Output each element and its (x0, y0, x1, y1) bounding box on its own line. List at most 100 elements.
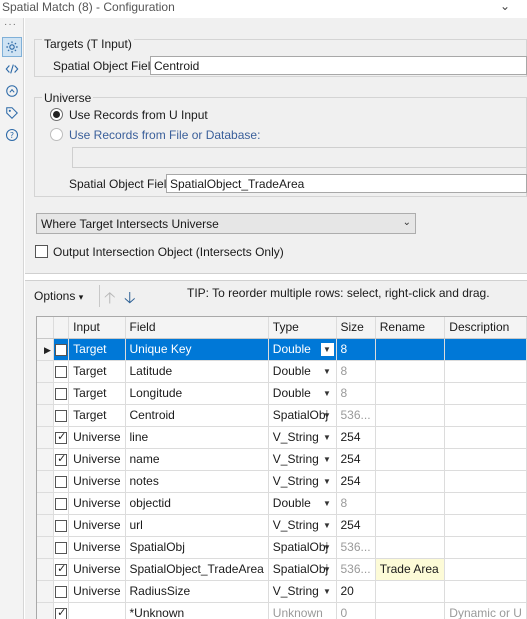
select-cell[interactable] (53, 470, 70, 493)
dropdown-arrow-icon[interactable]: ▼ (321, 409, 334, 422)
universe-spatial-field-input[interactable]: SpatialObject_TradeArea (166, 174, 527, 193)
field-select-checkbox[interactable] (55, 365, 68, 378)
description-cell[interactable] (444, 558, 527, 581)
field-select-checkbox[interactable] (55, 475, 68, 488)
rename-cell[interactable] (375, 536, 446, 559)
row-header[interactable] (37, 558, 55, 581)
type-cell[interactable]: V_String ▼ (268, 426, 337, 449)
rename-cell[interactable] (375, 382, 446, 405)
table-row[interactable]: Universe SpatialObj SpatialObj ▼ 536... (37, 536, 527, 559)
select-cell[interactable] (53, 580, 70, 603)
size-cell[interactable]: 254 (336, 470, 376, 493)
question-icon[interactable]: ? (2, 125, 22, 145)
rename-cell[interactable] (375, 404, 446, 427)
field-select-checkbox[interactable] (55, 387, 68, 400)
size-cell[interactable]: 0 (336, 602, 376, 619)
size-cell[interactable]: 8 (336, 360, 376, 383)
column-header-size[interactable]: Size (336, 317, 376, 339)
table-row[interactable]: ▶ Target Unique Key Double ▼ 8 (37, 338, 527, 361)
help-circle-icon[interactable] (2, 81, 22, 101)
use-file-radio[interactable] (50, 128, 63, 141)
table-row[interactable]: Target Centroid SpatialObj ▼ 536... (37, 404, 527, 427)
field-select-checkbox[interactable] (55, 430, 68, 444)
table-row[interactable]: UniverselineV_String▼254 (37, 426, 527, 449)
field-select-checkbox[interactable] (55, 541, 68, 554)
table-row[interactable]: Universe url V_String ▼ 254 (37, 514, 527, 537)
field-select-checkbox[interactable] (55, 519, 68, 532)
description-cell[interactable] (444, 404, 527, 427)
match-type-dropdown[interactable]: Where Target Intersects Universe ⌄ (36, 213, 416, 234)
type-cell[interactable]: V_String ▼ (268, 514, 337, 537)
field-select-checkbox[interactable] (55, 562, 68, 576)
description-cell[interactable] (444, 514, 527, 537)
description-cell[interactable]: Dynamic or U (444, 602, 527, 619)
field-select-checkbox[interactable] (55, 606, 68, 619)
row-header[interactable] (37, 426, 55, 449)
tag-icon[interactable] (2, 103, 22, 123)
type-cell[interactable]: V_String ▼ (268, 580, 337, 603)
table-row[interactable]: Universe notes V_String ▼ 254 (37, 470, 527, 493)
description-cell[interactable] (444, 470, 527, 493)
row-header[interactable] (37, 470, 55, 493)
column-header-field[interactable]: Field (125, 317, 269, 339)
description-cell[interactable] (444, 426, 527, 449)
select-cell[interactable] (53, 514, 70, 537)
gear-icon[interactable] (2, 37, 22, 57)
field-select-checkbox[interactable] (55, 409, 68, 422)
description-cell[interactable] (444, 448, 527, 471)
select-cell[interactable] (53, 558, 70, 581)
type-cell[interactable]: V_String ▼ (268, 470, 337, 493)
size-cell[interactable]: 8 (336, 382, 376, 405)
dropdown-arrow-icon[interactable]: ▼ (320, 342, 334, 356)
type-cell[interactable]: Double ▼ (268, 382, 337, 405)
rename-cell[interactable] (375, 360, 446, 383)
description-cell[interactable] (444, 382, 527, 405)
select-cell[interactable] (53, 404, 70, 427)
dropdown-arrow-icon[interactable]: ▼ (321, 585, 334, 598)
dropdown-arrow-icon[interactable]: ▼ (321, 563, 334, 576)
row-header[interactable] (37, 602, 55, 619)
table-row[interactable]: UniversenameV_String▼254 (37, 448, 527, 471)
field-select-checkbox[interactable] (55, 452, 68, 466)
type-cell[interactable]: V_String ▼ (268, 448, 337, 471)
rename-cell[interactable] (375, 338, 446, 361)
select-cell[interactable] (53, 492, 70, 515)
field-select-checkbox[interactable] (55, 585, 68, 598)
use-u-input-radio[interactable] (50, 108, 63, 121)
table-row[interactable]: Target Longitude Double ▼ 8 (37, 382, 527, 405)
type-cell[interactable]: SpatialObj ▼ (268, 558, 337, 581)
target-spatial-field-input[interactable]: Centroid (150, 56, 527, 75)
column-header-rename[interactable]: Rename (375, 317, 446, 339)
description-cell[interactable] (444, 360, 527, 383)
size-cell[interactable]: 536... (336, 404, 376, 427)
rename-cell[interactable] (375, 514, 446, 537)
type-cell[interactable]: Unknown (268, 602, 337, 619)
arrow-up-icon[interactable]: 🡡 (104, 287, 116, 314)
select-cell[interactable] (53, 536, 70, 559)
rename-cell[interactable] (375, 426, 446, 449)
table-row[interactable]: *UnknownUnknown 0 Dynamic or U (37, 602, 527, 619)
output-intersection-label[interactable]: Output Intersection Object (Intersects O… (53, 245, 284, 259)
description-cell[interactable] (444, 580, 527, 603)
file-database-input[interactable] (72, 147, 527, 168)
table-row[interactable]: UniverseSpatialObject_TradeAreaSpatialOb… (37, 558, 527, 581)
row-header[interactable] (37, 382, 55, 405)
description-cell[interactable] (444, 536, 527, 559)
field-select-checkbox[interactable] (55, 497, 68, 510)
row-header[interactable] (37, 360, 55, 383)
rename-cell[interactable] (375, 580, 446, 603)
dropdown-arrow-icon[interactable]: ▼ (321, 365, 334, 378)
dropdown-arrow-icon[interactable]: ▼ (321, 431, 334, 444)
type-cell[interactable]: Double ▼ (268, 338, 337, 361)
description-cell[interactable] (444, 338, 527, 361)
select-cell[interactable] (53, 382, 70, 405)
row-header[interactable] (37, 492, 55, 515)
table-row[interactable]: Target Latitude Double ▼ 8 (37, 360, 527, 383)
dropdown-arrow-icon[interactable]: ▼ (321, 475, 334, 488)
table-row[interactable]: Universe objectid Double ▼ 8 (37, 492, 527, 515)
select-cell[interactable] (53, 360, 70, 383)
row-header[interactable] (37, 404, 55, 427)
size-cell[interactable]: 8 (336, 492, 376, 515)
type-cell[interactable]: Double ▼ (268, 492, 337, 515)
type-cell[interactable]: SpatialObj ▼ (268, 536, 337, 559)
